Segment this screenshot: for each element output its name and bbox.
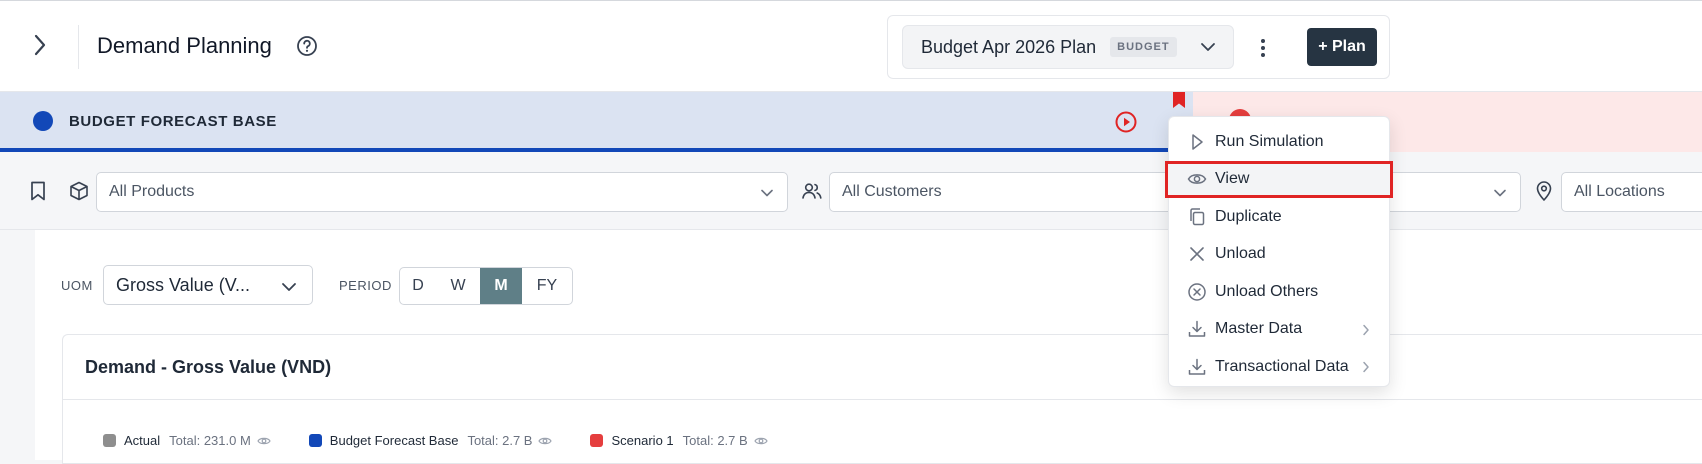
period-day-button[interactable]: D [400, 268, 436, 304]
legend-swatch [590, 434, 604, 447]
main-content: UOM Gross Value (V... PERIOD D W M FY De… [35, 230, 1702, 464]
legend-name: Actual [124, 433, 161, 448]
menu-item-label: Run Simulation [1215, 132, 1324, 150]
chevron-right-icon [1361, 360, 1371, 374]
chevron-down-icon [280, 278, 298, 296]
menu-item-label: Transactional Data [1215, 357, 1349, 375]
menu-item-label: Unload [1215, 245, 1266, 263]
locations-filter-select[interactable]: All Locations [1561, 172, 1702, 212]
legend-swatch [103, 434, 116, 447]
eye-icon[interactable] [257, 434, 271, 448]
copy-icon [1187, 207, 1207, 227]
uom-value: Gross Value (V... [116, 274, 251, 295]
period-fiscal-year-button[interactable]: FY [522, 268, 572, 304]
page-title: Demand Planning [97, 33, 272, 58]
location-pin-icon [1533, 180, 1555, 202]
period-toggle-group: D W M FY [399, 267, 573, 305]
bookmark-icon[interactable] [27, 180, 49, 202]
menu-item-view[interactable]: View [1165, 160, 1393, 198]
legend-item-budget-forecast-base[interactable]: Budget Forecast Base Total: 2.7 B [308, 433, 553, 448]
eye-icon [1187, 169, 1207, 189]
plan-type-badge: BUDGET [1110, 37, 1177, 57]
period-week-button[interactable]: W [436, 268, 480, 304]
legend-swatch [308, 434, 322, 447]
plan-name: Budget Apr 2026 Plan [921, 36, 1097, 57]
plan-select[interactable]: Budget Apr 2026 Plan BUDGET [902, 25, 1234, 69]
chevron-down-icon [1199, 38, 1217, 56]
menu-item-label: Unload Others [1215, 282, 1319, 300]
download-icon [1187, 357, 1207, 377]
close-icon [1187, 244, 1207, 264]
chart-title: Demand - Gross Value (VND) [85, 357, 332, 377]
menu-item-run-simulation[interactable]: Run Simulation [1169, 123, 1389, 161]
eye-icon[interactable] [538, 434, 553, 448]
scenario-color-dot [33, 111, 53, 131]
menu-item-label: Duplicate [1215, 207, 1282, 225]
play-outline-icon [1187, 132, 1207, 152]
legend-name: Budget Forecast Base [329, 433, 459, 448]
legend-item-scenario-1[interactable]: Scenario 1 Total: 2.7 B [590, 433, 768, 448]
scenario-tabs: BUDGET FORECAST BASE [0, 92, 1702, 152]
chart-divider [63, 399, 1702, 400]
chart-legend: Actual Total: 231.0 M Budget Forecast Ba… [103, 433, 806, 448]
plan-selector-panel: Budget Apr 2026 Plan BUDGET + Plan [887, 15, 1390, 79]
menu-item-unload-others[interactable]: Unload Others [1169, 273, 1389, 311]
help-icon[interactable] [296, 35, 318, 57]
expand-sidebar-button[interactable] [26, 31, 54, 59]
menu-item-duplicate[interactable]: Duplicate [1169, 198, 1389, 236]
scenario-tab-budget-forecast-base[interactable]: BUDGET FORECAST BASE [0, 92, 1193, 152]
period-label: PERIOD [339, 278, 392, 293]
demand-chart-card: Demand - Gross Value (VND) Actual Total:… [62, 334, 1702, 464]
menu-item-transactional-data[interactable]: Transactional Data [1169, 348, 1389, 386]
uom-select[interactable]: Gross Value (V... [103, 265, 313, 305]
chevron-right-icon [34, 34, 46, 56]
close-circle-icon [1187, 282, 1207, 302]
menu-item-label: View [1215, 170, 1250, 188]
cube-icon [68, 180, 90, 202]
play-circle-icon[interactable] [1114, 110, 1138, 134]
legend-item-actual[interactable]: Actual Total: 231.0 M [103, 433, 271, 448]
add-plan-button[interactable]: + Plan [1307, 28, 1377, 66]
uom-label: UOM [61, 278, 93, 293]
more-options-icon[interactable] [1252, 36, 1274, 60]
legend-total: Total: 2.7 B [682, 433, 748, 448]
menu-item-master-data[interactable]: Master Data [1169, 311, 1389, 349]
products-filter-value: All Products [109, 183, 195, 200]
customers-filter-value: All Customers [842, 183, 942, 200]
products-filter-select[interactable]: All Products [96, 172, 788, 212]
menu-item-label: Master Data [1215, 320, 1303, 338]
scenario-label: BUDGET FORECAST BASE [69, 113, 277, 130]
users-icon [801, 180, 823, 202]
chevron-right-icon [1361, 323, 1371, 337]
legend-name: Scenario 1 [611, 433, 674, 448]
bookmark-flag-icon [1171, 92, 1187, 110]
legend-total: Total: 2.7 B [467, 433, 533, 448]
scenario-context-menu: Run Simulation View Duplicate Unload Unl… [1165, 116, 1393, 387]
chevron-down-icon [1492, 185, 1508, 201]
filter-bar: All Products All Customers All Locations [0, 152, 1702, 230]
top-header: Demand Planning Budget Apr 2026 Plan BUD… [0, 0, 1702, 92]
menu-item-unload[interactable]: Unload [1169, 236, 1389, 274]
header-divider [78, 25, 79, 69]
chevron-down-icon [759, 185, 775, 201]
download-icon [1187, 319, 1207, 339]
period-month-button[interactable]: M [480, 268, 522, 304]
locations-filter-value: All Locations [1574, 183, 1665, 200]
eye-icon[interactable] [753, 434, 768, 448]
legend-total: Total: 231.0 M [169, 433, 251, 448]
